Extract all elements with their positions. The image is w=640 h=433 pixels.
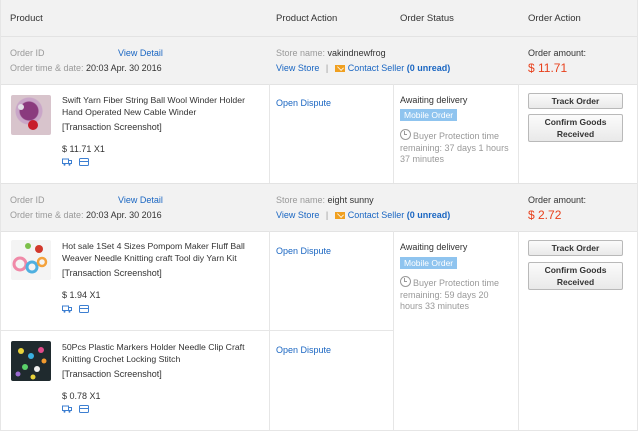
transaction-screenshot-link[interactable]: [Transaction Screenshot]	[62, 268, 162, 278]
store-name: Store name: vakindnewfrog	[276, 48, 386, 58]
divider	[518, 231, 519, 431]
order-list: Product Product Action Order Status Orde…	[0, 0, 638, 431]
item-price: $ 0.78 X1	[62, 391, 101, 401]
view-store-link[interactable]: View Store	[276, 63, 319, 73]
unread-count[interactable]: (0 unread)	[407, 63, 451, 73]
store-name: Store name: eight sunny	[276, 195, 374, 205]
header-order-status: Order Status	[400, 13, 454, 24]
track-order-button[interactable]: Track Order	[528, 93, 623, 109]
buyer-protection-time: Buyer Protection time remaining: 59 days…	[400, 276, 500, 311]
header-product: Product	[10, 13, 43, 24]
order-id-label: Order ID	[10, 195, 45, 205]
open-dispute-link[interactable]: Open Dispute	[276, 98, 331, 108]
order-time: Order time & date: 20:03 Apr. 30 2016	[10, 210, 162, 220]
order-header: Order ID View Detail Order time & date: …	[1, 36, 637, 85]
cart-icon[interactable]	[79, 158, 89, 166]
product-thumbnail[interactable]	[11, 95, 51, 135]
view-store-link[interactable]: View Store	[276, 210, 319, 220]
product-name-link[interactable]: Swift Yarn Fiber String Ball Wool Winder…	[62, 95, 257, 118]
cart-icon[interactable]	[79, 305, 89, 313]
divider	[269, 231, 270, 431]
track-order-button[interactable]: Track Order	[528, 240, 623, 256]
divider	[269, 84, 270, 183]
confirm-goods-received-button[interactable]: Confirm Goods Received	[528, 114, 623, 142]
truck-icon[interactable]	[62, 305, 72, 313]
divider	[1, 430, 637, 431]
mobile-order-badge: Mobile Order	[400, 257, 458, 269]
store-links: View Store | Contact Seller (0 unread)	[276, 210, 451, 220]
order-amount: $ 11.71	[528, 61, 568, 75]
open-dispute-link[interactable]: Open Dispute	[276, 246, 331, 256]
mail-icon	[334, 212, 345, 219]
product-name-link[interactable]: 50Pcs Plastic Markers Holder Needle Clip…	[62, 342, 257, 365]
unread-count[interactable]: (0 unread)	[407, 210, 451, 220]
order-amount-label: Order amount:	[528, 195, 587, 205]
view-detail-link[interactable]: View Detail	[118, 195, 163, 205]
header-product-action: Product Action	[276, 13, 338, 24]
order-status: Awaiting delivery	[400, 95, 468, 105]
contact-seller-link[interactable]: Contact Seller	[348, 63, 405, 73]
table-header: Product Product Action Order Status Orde…	[1, 0, 637, 37]
product-thumbnail[interactable]	[11, 240, 51, 280]
divider	[1, 330, 393, 331]
product-thumbnail[interactable]	[11, 341, 51, 381]
store-links: View Store | Contact Seller (0 unread)	[276, 63, 451, 73]
order-status: Awaiting delivery	[400, 242, 468, 252]
divider	[518, 84, 519, 183]
transaction-screenshot-link[interactable]: [Transaction Screenshot]	[62, 122, 162, 132]
truck-icon[interactable]	[62, 405, 72, 413]
transaction-screenshot-link[interactable]: [Transaction Screenshot]	[62, 369, 162, 379]
order-amount: $ 2.72	[528, 208, 562, 222]
mobile-order-badge: Mobile Order	[400, 109, 458, 121]
mail-icon	[334, 65, 345, 72]
header-order-action: Order Action	[528, 13, 581, 24]
product-name-link[interactable]: Hot sale 1Set 4 Sizes Pompom Maker Fluff…	[62, 241, 257, 264]
clock-icon	[400, 129, 411, 140]
cart-icon[interactable]	[79, 405, 89, 413]
order-header: Order ID View Detail Order time & date: …	[1, 183, 637, 232]
contact-seller-link[interactable]: Contact Seller	[348, 210, 405, 220]
truck-icon[interactable]	[62, 158, 72, 166]
item-price: $ 1.94 X1	[62, 290, 101, 300]
order-id-label: Order ID	[10, 48, 45, 58]
buyer-protection-time: Buyer Protection time remaining: 37 days…	[400, 129, 509, 164]
open-dispute-link[interactable]: Open Dispute	[276, 345, 331, 355]
clock-icon	[400, 276, 411, 287]
divider	[393, 84, 394, 183]
divider	[393, 231, 394, 431]
view-detail-link[interactable]: View Detail	[118, 48, 163, 58]
confirm-goods-received-button[interactable]: Confirm Goods Received	[528, 262, 623, 290]
order-time: Order time & date: 20:03 Apr. 30 2016	[10, 63, 162, 73]
order-amount-label: Order amount:	[528, 48, 587, 58]
item-price: $ 11.71 X1	[62, 144, 105, 154]
